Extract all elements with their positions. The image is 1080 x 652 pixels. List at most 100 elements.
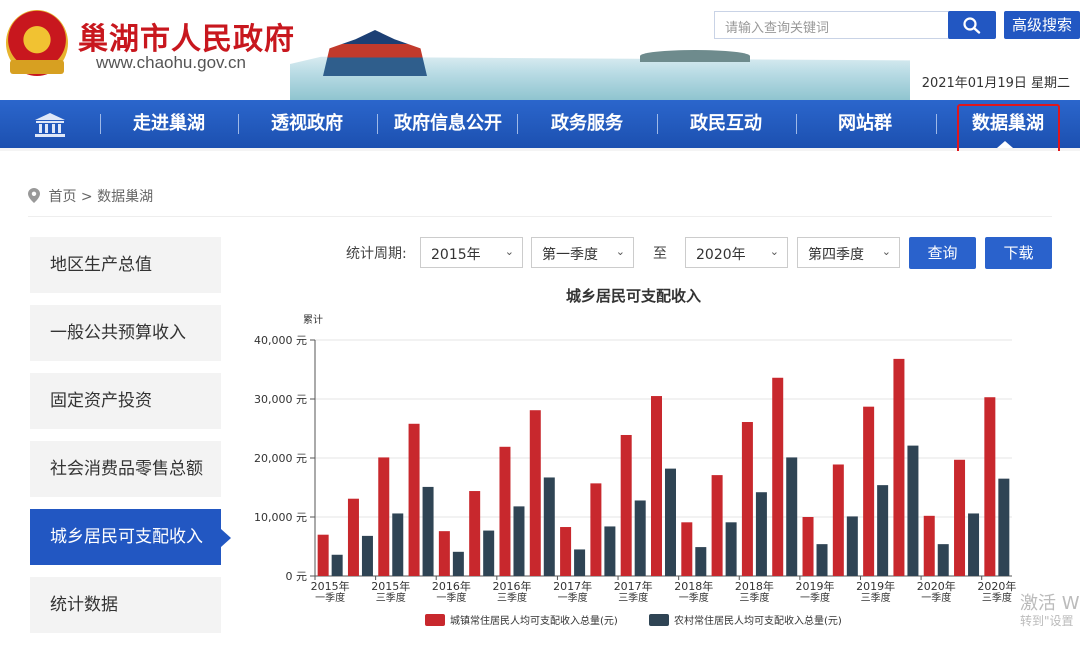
rural-income-bar: [816, 544, 828, 576]
x-tick-label-year: 2015年: [371, 579, 410, 593]
y-tick-label: 30,000 元: [254, 393, 307, 406]
sidebar-item-budget-revenue[interactable]: 一般公共预算收入: [30, 305, 221, 361]
rural-income-bar: [937, 544, 949, 576]
urban-income-bar: [347, 498, 359, 576]
legend-swatch-urban: [425, 614, 445, 626]
from-quarter-value: 第一季度: [542, 247, 598, 263]
x-tick-label-quarter: 一季度: [800, 591, 830, 604]
rural-income-bar: [634, 500, 646, 576]
nav-divider: [100, 114, 101, 134]
urban-income-bar: [438, 531, 450, 576]
search-button[interactable]: [948, 11, 996, 39]
pavilion-image: [323, 30, 427, 76]
y-axis-label: 累计: [303, 313, 323, 326]
chevron-down-icon: ⌄: [504, 245, 514, 258]
to-quarter-select[interactable]: 第四季度 ⌄: [797, 237, 900, 268]
rural-income-bar: [665, 468, 676, 576]
x-tick-label-quarter: 三季度: [376, 591, 406, 604]
to-quarter-value: 第四季度: [808, 247, 864, 263]
nav-item-services[interactable]: 政务服务: [528, 100, 646, 148]
urban-income-bar: [317, 534, 329, 576]
from-year-value: 2015年: [431, 247, 481, 263]
nav-item-site-group[interactable]: 网站群: [806, 100, 924, 148]
sidebar-item-gdp[interactable]: 地区生产总值: [30, 237, 221, 293]
rural-income-bar: [907, 445, 919, 576]
location-pin-icon: [28, 188, 40, 203]
download-button[interactable]: 下载: [985, 237, 1052, 269]
urban-income-bar: [378, 457, 390, 576]
sidebar-active-arrow: [221, 529, 231, 547]
income-bar-chart: 城乡居民可支配收入累计 0 元 10,000 元 20,000 元 30,000 元 40…: [254, 287, 1016, 627]
x-tick-label-quarter: 一季度: [679, 591, 709, 604]
x-tick-label-year: 2017年: [614, 579, 653, 593]
x-tick-label-year: 2019年: [796, 579, 835, 593]
x-tick-label-year: 2018年: [674, 579, 713, 593]
rural-income-bar: [725, 522, 737, 576]
nav-item-info-disclosure[interactable]: 政府信息公开: [383, 100, 513, 148]
to-year-select[interactable]: 2020年 ⌄: [685, 237, 788, 268]
urban-income-bar: [620, 434, 632, 576]
y-tick-label: 20,000 元: [254, 452, 307, 465]
rural-income-bar: [331, 554, 343, 576]
x-tick-label-quarter: 一季度: [436, 591, 466, 604]
query-button[interactable]: 查询: [909, 237, 976, 269]
x-tick-label-year: 2017年: [553, 579, 592, 593]
y-tick-label: 10,000 元: [254, 511, 307, 524]
x-tick-label-quarter: 一季度: [558, 591, 588, 604]
breadcrumb-home[interactable]: 首页: [48, 189, 76, 205]
nav-item-government[interactable]: 透视政府: [248, 100, 366, 148]
rural-income-bar: [513, 506, 525, 576]
nav-item-interaction[interactable]: 政民互动: [667, 100, 785, 148]
legend-label-urban: 城镇常住居民人均可支配收入总量(元): [450, 614, 618, 627]
rural-income-bar: [755, 492, 767, 576]
sidebar-item-disposable-income[interactable]: 城乡居民可支配收入: [30, 509, 221, 565]
nav-divider: [517, 114, 518, 134]
nav-divider: [657, 114, 658, 134]
sidebar-item-fixed-investment[interactable]: 固定资产投资: [30, 373, 221, 429]
nav-item-about[interactable]: 走进巢湖: [110, 100, 228, 148]
chevron-down-icon: ⌄: [881, 245, 891, 258]
rural-income-bar: [846, 516, 858, 576]
urban-income-bar: [529, 410, 541, 576]
urban-income-bar: [832, 464, 844, 576]
site-name: 巢湖市人民政府: [78, 22, 295, 57]
legend-swatch-rural: [649, 614, 669, 626]
period-label: 统计周期:: [346, 246, 407, 262]
rural-income-bar: [604, 526, 616, 576]
sidebar-item-statistics[interactable]: 统计数据: [30, 577, 221, 633]
island-image: [640, 50, 750, 62]
nav-divider: [377, 114, 378, 134]
rural-income-bar: [422, 486, 434, 576]
from-quarter-select[interactable]: 第一季度 ⌄: [531, 237, 634, 268]
advanced-search-button[interactable]: 高级搜索: [1004, 11, 1080, 39]
x-tick-label-quarter: 三季度: [861, 591, 891, 604]
urban-income-bar: [499, 446, 511, 576]
urban-income-bar: [408, 423, 420, 576]
chevron-down-icon: ⌄: [769, 245, 779, 258]
x-tick-label-quarter: 一季度: [921, 591, 951, 604]
urban-income-bar: [681, 522, 693, 576]
current-date: 2021年01月19日 星期二: [921, 76, 1070, 91]
urban-income-bar: [711, 475, 723, 576]
urban-income-bar: [984, 397, 996, 576]
rural-income-bar: [392, 513, 404, 576]
x-tick-label-quarter: 三季度: [618, 591, 648, 604]
rural-income-bar: [877, 485, 889, 576]
rural-income-bar: [695, 547, 707, 576]
search-icon: [963, 17, 981, 34]
y-tick-label: 40,000 元: [254, 334, 307, 347]
from-year-select[interactable]: 2015年 ⌄: [420, 237, 523, 268]
search-input[interactable]: 请输入查询关键词: [714, 11, 950, 39]
x-tick-label-year: 2020年: [917, 579, 956, 593]
rural-income-bar: [574, 549, 586, 576]
urban-income-bar: [772, 377, 784, 576]
urban-income-bar: [651, 396, 662, 576]
x-tick-label-year: 2020年: [977, 579, 1016, 593]
to-year-value: 2020年: [696, 247, 746, 263]
urban-income-bar: [741, 422, 753, 576]
active-nav-caret: [997, 141, 1013, 148]
home-icon[interactable]: [34, 112, 66, 142]
to-label: 至: [653, 246, 667, 262]
urban-income-bar: [954, 459, 966, 576]
sidebar-item-retail-sales[interactable]: 社会消费品零售总额: [30, 441, 221, 497]
